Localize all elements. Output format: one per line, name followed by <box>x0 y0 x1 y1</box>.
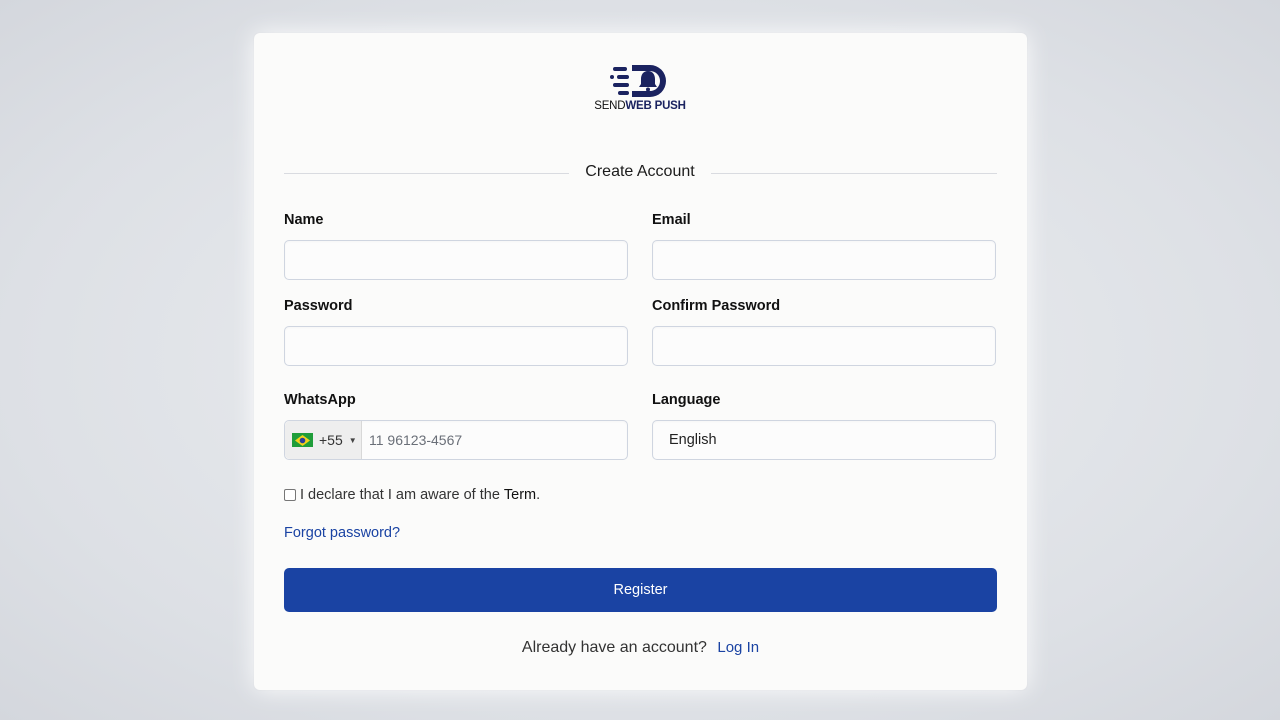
brand-logo: SENDWEB PUSH <box>590 63 690 115</box>
password-input[interactable] <box>284 326 628 366</box>
divider-right <box>711 173 997 174</box>
brand-name: SENDWEB PUSH <box>590 100 690 112</box>
brand-name-light: SEND <box>594 100 626 112</box>
divider-left <box>284 173 569 174</box>
password-label: Password <box>284 298 353 314</box>
email-input[interactable] <box>652 240 996 280</box>
whatsapp-phone-field: +55 ▼ 11 96123-4567 <box>284 420 628 460</box>
terms-checkbox[interactable] <box>284 489 296 501</box>
terms-row: I declare that I am aware of the Term. <box>284 487 540 503</box>
terms-text: I declare that I am aware of the <box>300 487 500 503</box>
login-prompt: Already have an account? Log In <box>254 639 1027 657</box>
bell-icon <box>610 65 666 97</box>
language-select[interactable]: English <box>652 420 996 460</box>
brazil-flag-icon <box>292 433 313 447</box>
confirm-password-input[interactable] <box>652 326 996 366</box>
country-code-selector[interactable]: +55 ▼ <box>285 421 362 459</box>
whatsapp-number-input[interactable]: 11 96123-4567 <box>369 432 462 448</box>
brand-name-bold: WEB PUSH <box>625 100 686 112</box>
form-title-row: Create Account <box>284 161 997 185</box>
language-label: Language <box>652 392 721 408</box>
name-label: Name <box>284 212 324 228</box>
login-prompt-text: Already have an account? <box>521 639 707 656</box>
forgot-password-link[interactable]: Forgot password? <box>284 525 400 541</box>
language-selected-value: English <box>669 432 717 448</box>
register-button[interactable]: Register <box>284 568 997 612</box>
register-card: SENDWEB PUSH Create Account Name Email P… <box>254 33 1027 690</box>
whatsapp-label: WhatsApp <box>284 392 356 408</box>
chevron-down-icon: ▼ <box>348 435 357 445</box>
confirm-password-label: Confirm Password <box>652 298 781 314</box>
email-label: Email <box>652 212 691 228</box>
terms-suffix: . <box>536 487 541 503</box>
term-link[interactable]: Term <box>504 487 536 503</box>
login-link[interactable]: Log In <box>717 639 759 656</box>
dial-code: +55 <box>319 432 343 448</box>
form-title: Create Account <box>585 163 695 180</box>
name-input[interactable] <box>284 240 628 280</box>
